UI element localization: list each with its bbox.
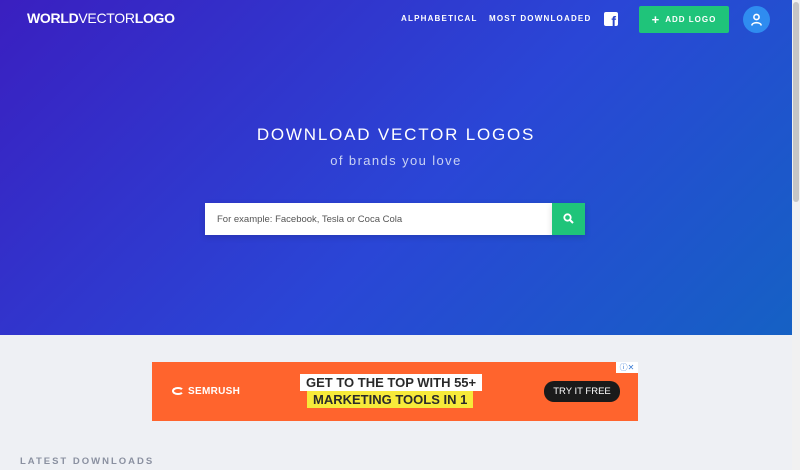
hero-title: DOWNLOAD VECTOR LOGOS [256, 125, 536, 144]
add-logo-button[interactable]: + ADD LOGO [639, 6, 729, 33]
scrollbar-thumb[interactable] [793, 2, 799, 202]
hero-subtitle: of brands you love [330, 153, 462, 168]
logo-part-world: WORLD [27, 10, 79, 26]
ad-cta-button[interactable]: TRY IT FREE [544, 381, 620, 402]
search-input[interactable] [205, 203, 552, 235]
semrush-icon [172, 387, 184, 396]
hero-banner: WORLDVECTORLOGO ALPHABETICAL MOST DOWNLO… [0, 0, 792, 335]
user-account-button[interactable] [743, 6, 770, 33]
ad-headline-line1: GET TO THE TOP WITH 55+ [300, 374, 483, 391]
logo-part-logo: LOGO [134, 10, 175, 26]
search-button[interactable] [552, 203, 585, 235]
ad-choices-icon[interactable]: ⓘ✕ [616, 362, 638, 373]
ad-brand: SEMRUSH [172, 386, 240, 397]
facebook-icon[interactable]: f [604, 12, 618, 28]
advertisement-banner[interactable]: ⓘ✕ SEMRUSH GET TO THE TOP WITH 55+ MARKE… [152, 362, 638, 421]
user-icon [751, 13, 762, 26]
plus-icon: + [651, 12, 661, 27]
logo-part-vector: VECTOR [78, 10, 135, 26]
search-icon [563, 213, 574, 224]
add-logo-label: ADD LOGO [665, 15, 717, 24]
ad-brand-label: SEMRUSH [188, 386, 241, 397]
ad-headline-line2: MARKETING TOOLS IN 1 [307, 391, 474, 408]
scrollbar[interactable] [792, 0, 800, 470]
nav-most-downloaded[interactable]: MOST DOWNLOADED [489, 14, 591, 23]
latest-downloads-heading: LATEST DOWNLOADS [20, 456, 155, 467]
site-logo[interactable]: WORLDVECTORLOGO [27, 10, 175, 26]
nav-alphabetical[interactable]: ALPHABETICAL [401, 14, 478, 23]
